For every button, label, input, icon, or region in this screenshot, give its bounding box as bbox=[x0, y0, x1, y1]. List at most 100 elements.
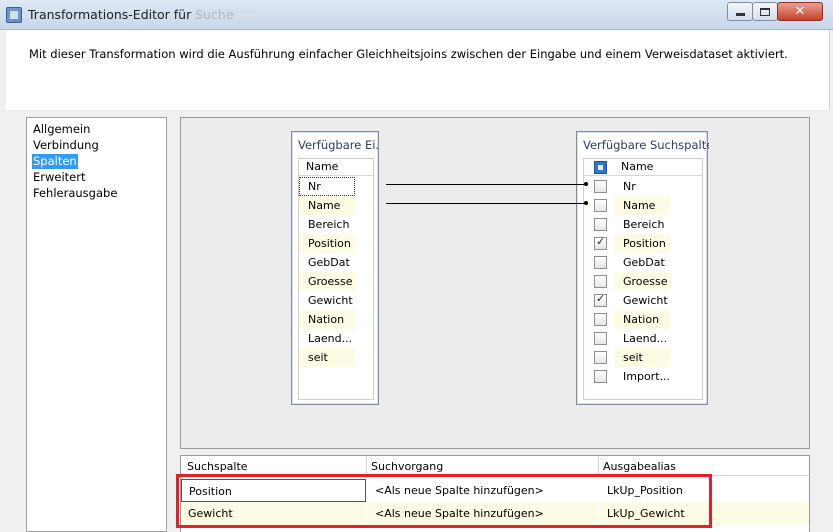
app-icon bbox=[6, 7, 22, 23]
minimize-button[interactable] bbox=[727, 2, 753, 21]
lookup-column-checkbox[interactable] bbox=[594, 351, 607, 364]
input-column-row[interactable]: seit bbox=[299, 348, 373, 367]
lookup-column-checkbox[interactable] bbox=[594, 275, 607, 288]
lookup-column-row[interactable]: Name bbox=[584, 196, 702, 215]
lookup-column-checkbox[interactable] bbox=[594, 199, 607, 212]
input-columns-grid: Name Nr Name Bereich Position GebDat Groesse G… bbox=[298, 158, 374, 400]
maximize-icon bbox=[760, 7, 770, 16]
page-navigation: Allgemein Verbindung Spalten Erweitert F… bbox=[26, 117, 167, 532]
input-column-name: Groesse bbox=[299, 272, 355, 291]
lookup-column-checkbox[interactable] bbox=[594, 180, 607, 193]
lookup-column-name: Position bbox=[614, 234, 670, 253]
lookup-column-name: Nr bbox=[623, 180, 636, 193]
lookup-column-checkbox[interactable] bbox=[594, 292, 607, 307]
lookup-column-row[interactable]: Position bbox=[584, 234, 702, 253]
input-column-name: Bereich bbox=[308, 218, 350, 231]
operation-cell[interactable]: <Als neue Spalte hinzufügen> bbox=[368, 479, 598, 502]
join-endpoint-name bbox=[584, 201, 588, 205]
title-ghost bbox=[196, 9, 260, 19]
lookup-column-checkbox[interactable] bbox=[594, 313, 607, 326]
lookup-column-checkbox[interactable] bbox=[594, 370, 607, 383]
lookup-column-row[interactable]: Bereich bbox=[584, 215, 702, 234]
nav-item-spalten[interactable]: Spalten bbox=[32, 154, 78, 169]
header-suchspalte: Suchspalte bbox=[187, 460, 248, 473]
lookup-column-row[interactable]: Laend... bbox=[584, 329, 702, 348]
mapping-row-gewicht[interactable]: Gewicht <Als neue Spalte hinzufügen> LkU… bbox=[181, 502, 809, 525]
input-columns-header-label: Name bbox=[306, 160, 339, 173]
lookup-column-checkbox[interactable] bbox=[594, 332, 607, 345]
lookup-column-name: GebDat bbox=[623, 256, 665, 269]
join-line-nr[interactable] bbox=[386, 184, 586, 185]
title-bar: Transformations-Editor für Suche ✕ bbox=[0, 0, 833, 30]
join-endpoint-nr bbox=[584, 182, 588, 186]
input-column-row[interactable]: GebDat bbox=[299, 253, 373, 272]
header-separator bbox=[598, 456, 599, 476]
input-column-name: Gewicht bbox=[308, 294, 353, 307]
lookup-column-name: Nation bbox=[614, 310, 670, 329]
lookup-mapping-table: Suchspalte Suchvorgang Ausgabealias Posi… bbox=[180, 455, 810, 532]
lookup-column-checkbox[interactable] bbox=[594, 218, 607, 231]
lookup-column-cell[interactable]: Gewicht bbox=[181, 502, 366, 525]
input-column-name: Laend... bbox=[308, 332, 353, 345]
input-columns-header: Name bbox=[299, 159, 373, 176]
input-column-name: Nation bbox=[299, 310, 355, 329]
input-columns-box[interactable]: Verfügbare Ei... Name Nr Name Bereich Posit… bbox=[291, 131, 379, 405]
lookup-column-row[interactable]: seit bbox=[584, 348, 702, 367]
input-column-name: seit bbox=[299, 348, 355, 367]
select-all-checkbox[interactable] bbox=[594, 161, 607, 174]
lookup-column-name: Bereich bbox=[623, 218, 665, 231]
lookup-column-row[interactable]: Groesse bbox=[584, 272, 702, 291]
lookup-column-row[interactable]: GebDat bbox=[584, 253, 702, 272]
input-column-row[interactable]: Gewicht bbox=[299, 291, 373, 310]
minimize-icon bbox=[735, 13, 745, 16]
lookup-column-name: Laend... bbox=[623, 332, 668, 345]
lookup-column-cell[interactable]: Position bbox=[181, 479, 366, 502]
lookup-column-row[interactable]: Nr bbox=[584, 177, 702, 196]
operation-cell[interactable]: <Als neue Spalte hinzufügen> bbox=[368, 502, 598, 525]
output-alias-cell[interactable]: LkUp_Gewicht bbox=[600, 502, 809, 525]
close-button[interactable]: ✕ bbox=[777, 2, 823, 21]
lookup-column-name: seit bbox=[614, 348, 670, 367]
input-column-name: GebDat bbox=[308, 256, 350, 269]
lookup-column-row[interactable]: Import... bbox=[584, 367, 702, 386]
input-column-row[interactable]: Position bbox=[299, 234, 373, 253]
mapping-table-header: Suchspalte Suchvorgang Ausgabealias bbox=[181, 456, 809, 476]
input-column-row[interactable]: Groesse bbox=[299, 272, 373, 291]
lookup-columns-grid: Name Nr Name Bereich Position GebDat Groesse G… bbox=[583, 158, 703, 400]
input-column-row[interactable]: Laend... bbox=[299, 329, 373, 348]
input-column-name: Position bbox=[299, 234, 355, 253]
input-column-row[interactable]: Bereich bbox=[299, 215, 373, 234]
lookup-columns-header: Name bbox=[584, 159, 702, 176]
nav-item-fehlerausgabe[interactable]: Fehlerausgabe bbox=[32, 186, 118, 201]
lookup-column-name: Groesse bbox=[614, 272, 670, 291]
input-columns-title: Verfügbare Ei... bbox=[298, 138, 378, 152]
lookup-column-row[interactable]: Nation bbox=[584, 310, 702, 329]
lookup-column-name: Import... bbox=[623, 370, 670, 383]
lookup-column-checkbox[interactable] bbox=[594, 256, 607, 269]
output-alias-cell[interactable]: LkUp_Position bbox=[600, 479, 809, 502]
nav-item-verbindung[interactable]: Verbindung bbox=[32, 138, 100, 153]
lookup-column-row[interactable]: Gewicht bbox=[584, 291, 702, 310]
lookup-columns-box[interactable]: Verfügbare Suchspalten Name Nr Name Bereic… bbox=[576, 131, 709, 405]
lookup-columns-header-label: Name bbox=[621, 160, 654, 173]
lookup-column-name: Gewicht bbox=[623, 294, 668, 307]
column-mapping-canvas[interactable]: Verfügbare Ei... Name Nr Name Bereich Posit… bbox=[180, 117, 810, 449]
input-column-row[interactable]: Nation bbox=[299, 310, 373, 329]
nav-item-allgemein[interactable]: Allgemein bbox=[32, 122, 91, 137]
input-column-row[interactable]: Name bbox=[299, 196, 373, 215]
join-line-name[interactable] bbox=[386, 203, 586, 204]
maximize-button[interactable] bbox=[752, 2, 778, 21]
close-icon: ✕ bbox=[794, 4, 806, 19]
description-panel: Mit dieser Transformation wird die Ausfü… bbox=[6, 30, 830, 110]
header-ausgabealias: Ausgabealias bbox=[603, 460, 677, 473]
header-separator bbox=[366, 456, 367, 476]
nav-item-erweitert[interactable]: Erweitert bbox=[32, 170, 87, 185]
lookup-column-checkbox[interactable] bbox=[594, 235, 607, 250]
input-column-row[interactable]: Nr bbox=[299, 177, 373, 196]
input-column-name: Name bbox=[299, 196, 355, 215]
lookup-column-name: Name bbox=[614, 196, 670, 215]
mapping-row-position[interactable]: Position <Als neue Spalte hinzufügen> Lk… bbox=[181, 479, 809, 502]
header-suchvorgang: Suchvorgang bbox=[371, 460, 444, 473]
description-text: Mit dieser Transformation wird die Ausfü… bbox=[29, 47, 788, 61]
lookup-columns-title: Verfügbare Suchspalten bbox=[583, 138, 709, 152]
